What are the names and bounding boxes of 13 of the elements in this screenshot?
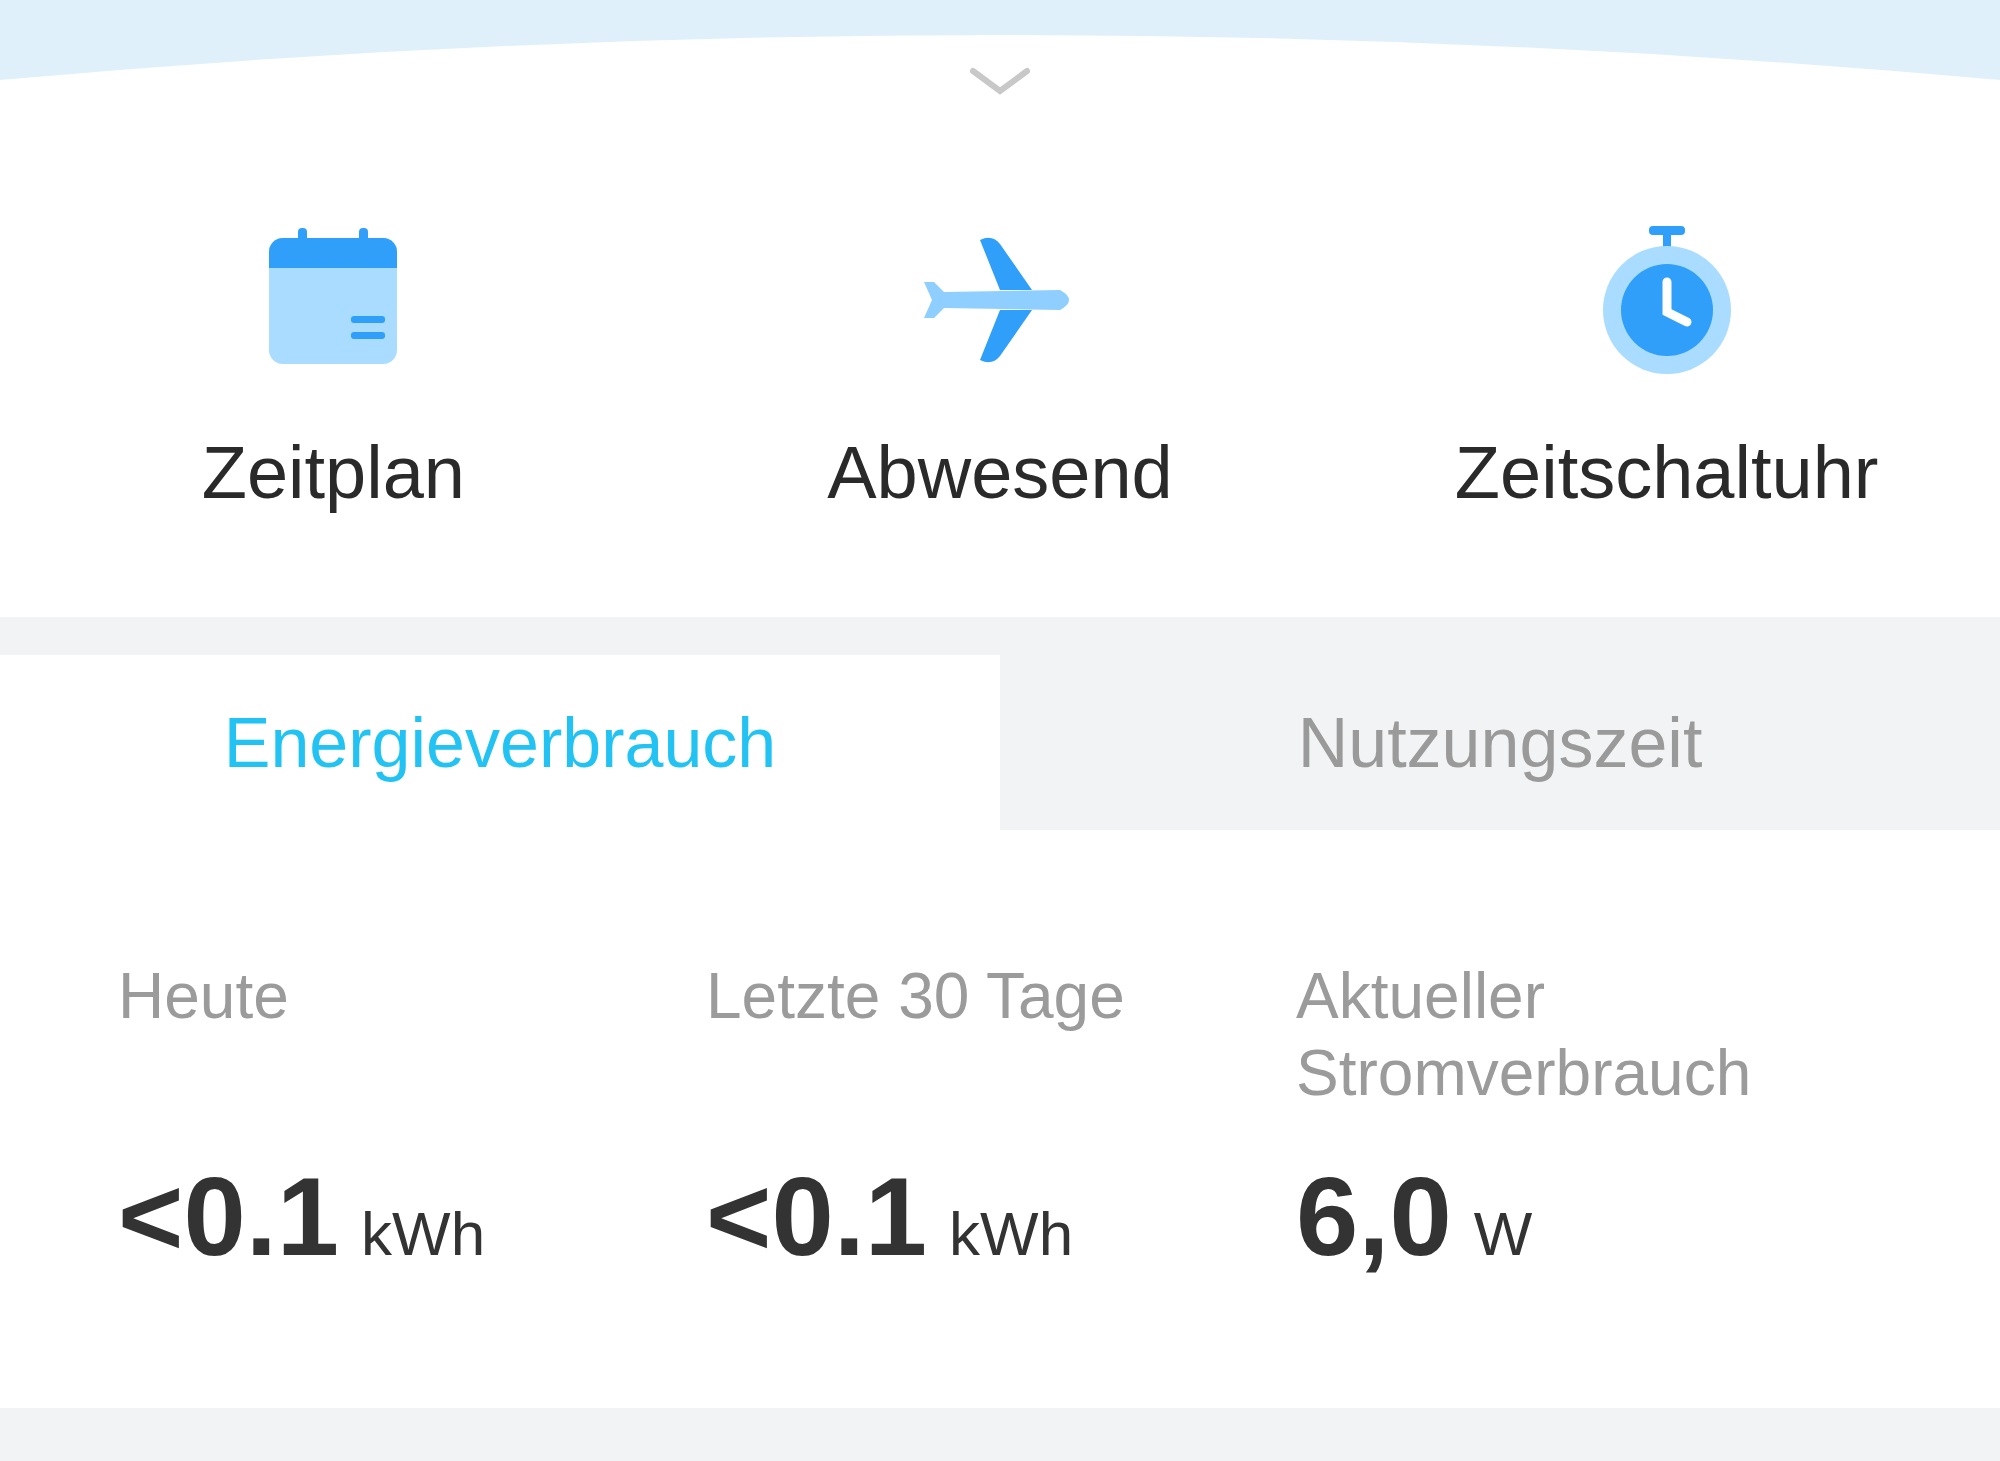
chevron-down-icon[interactable] <box>969 65 1031 97</box>
stat-value: <0.1 <box>118 1152 340 1281</box>
stat-unit: W <box>1473 1197 1533 1269</box>
stat-unit: kWh <box>949 1197 1074 1269</box>
stat-value: <0.1 <box>706 1152 928 1281</box>
action-label[interactable]: Zeitschaltuhr <box>1454 430 1879 515</box>
action-label[interactable]: Zeitplan <box>201 430 465 515</box>
action-label[interactable]: Abwesend <box>827 430 1173 515</box>
stat-value: 6,0 <box>1296 1152 1452 1281</box>
stat-label: Letzte 30 Tage <box>706 959 1126 1034</box>
stat-label: Aktueller Stromverbrauch <box>1296 959 1753 1111</box>
stat-label: Heute <box>118 959 290 1034</box>
stat-unit: kWh <box>361 1197 486 1269</box>
